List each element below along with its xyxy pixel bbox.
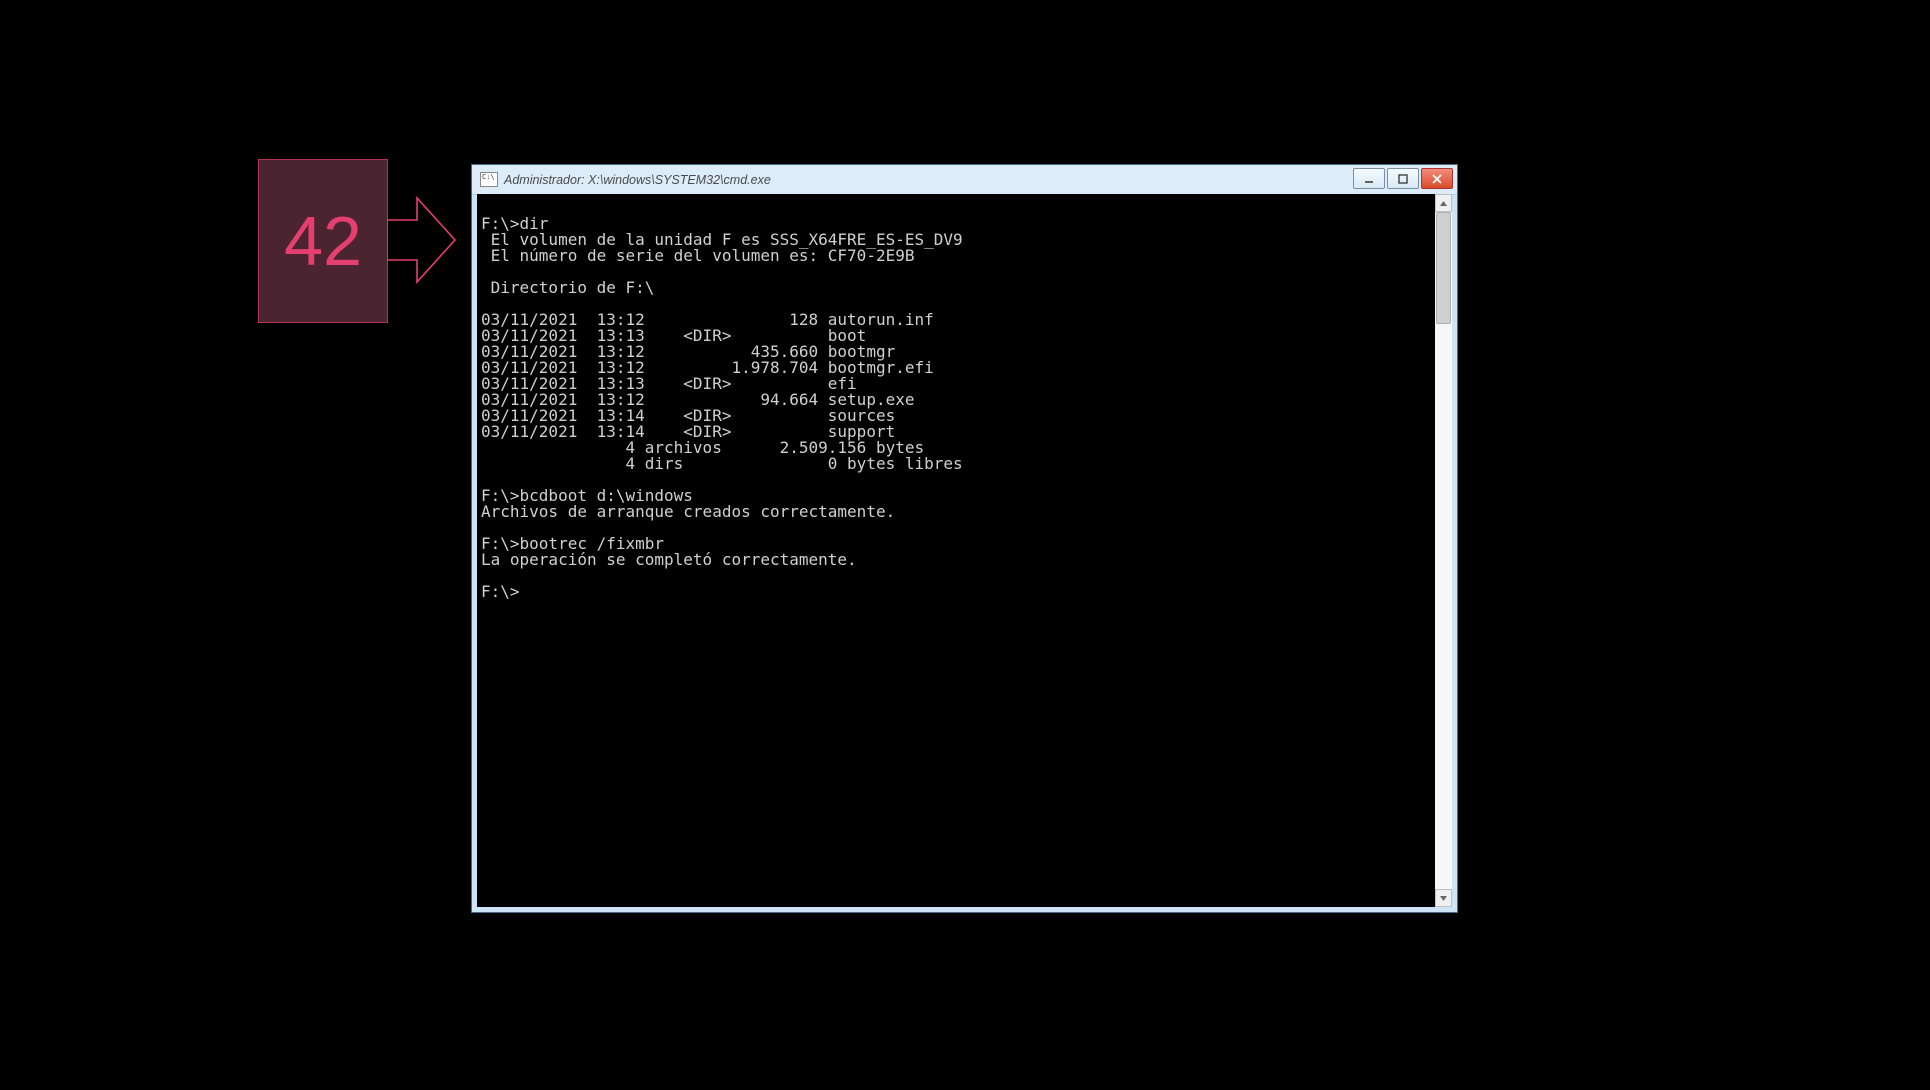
close-button[interactable] <box>1421 168 1453 189</box>
terminal-area[interactable]: F:\>dir El volumen de la unidad F es SSS… <box>477 194 1452 907</box>
scroll-thumb[interactable] <box>1436 212 1451 324</box>
window-buttons <box>1353 168 1453 189</box>
terminal-output: F:\>dir El volumen de la unidad F es SSS… <box>477 194 1435 907</box>
screenshot-stage: 42 Administrador: X:\windows\SYSTEM32\cm… <box>0 0 1930 1090</box>
minimize-button[interactable] <box>1353 168 1385 189</box>
step-number: 42 <box>284 201 362 281</box>
titlebar[interactable]: Administrador: X:\windows\SYSTEM32\cmd.e… <box>472 165 1457 195</box>
scroll-down-button[interactable] <box>1435 889 1452 907</box>
step-callout-box: 42 <box>258 159 388 323</box>
window-title: Administrador: X:\windows\SYSTEM32\cmd.e… <box>504 173 771 187</box>
scroll-up-button[interactable] <box>1435 194 1452 212</box>
scroll-track[interactable] <box>1435 212 1452 889</box>
maximize-button[interactable] <box>1387 168 1419 189</box>
cmd-icon <box>480 172 498 187</box>
step-arrow-icon <box>387 190 457 290</box>
terminal-scrollbar[interactable] <box>1435 194 1452 907</box>
cmd-window: Administrador: X:\windows\SYSTEM32\cmd.e… <box>471 164 1458 913</box>
